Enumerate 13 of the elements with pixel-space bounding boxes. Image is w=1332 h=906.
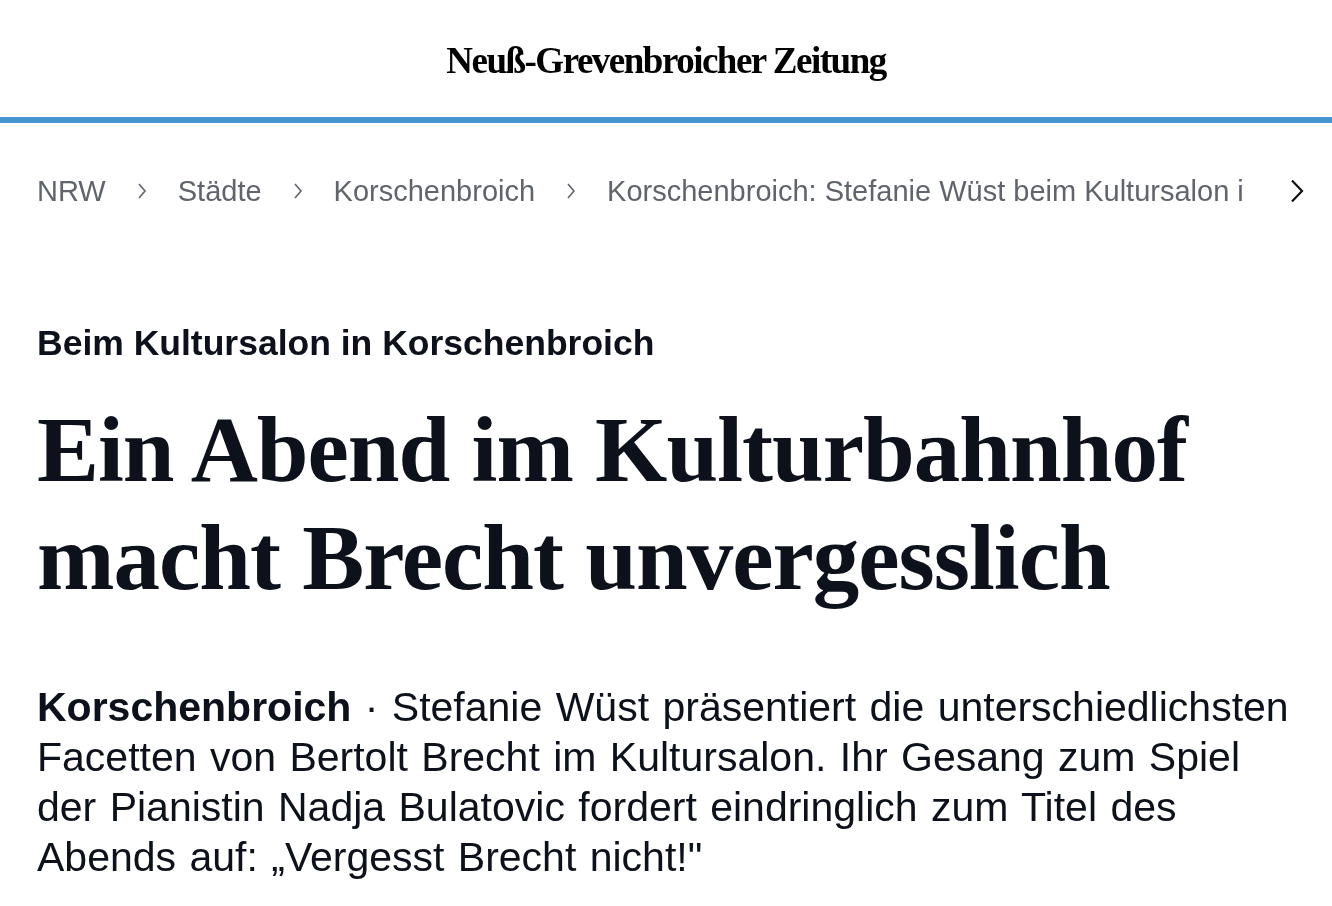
article-kicker: Beim Kultursalon in Korschenbroich bbox=[37, 323, 656, 363]
breadcrumb-link[interactable]: Korschenbroich: Stefanie Wüst beim Kultursalon i bbox=[607, 174, 1244, 208]
newspaper-logo[interactable]: Neuß-Grevenbroicher Zeitung bbox=[446, 39, 886, 82]
scroll-right-button[interactable] bbox=[1290, 179, 1304, 203]
breadcrumb-link[interactable]: Korschenbroich bbox=[333, 174, 536, 208]
breadcrumb-link[interactable]: Städte bbox=[177, 174, 262, 208]
article-headline: Ein Abend im Kulturbahnhof macht Brecht unvergesslich bbox=[37, 397, 1190, 611]
chevron-icon bbox=[292, 183, 303, 199]
chevron-icon bbox=[136, 183, 147, 199]
chevron-icon bbox=[566, 183, 577, 199]
chevron-right-icon bbox=[1290, 179, 1304, 203]
article-lead: Korschenbroich · Stefanie Wüst präsentiert die unterschiedlichsten Facetten von Bertolt Brecht im Kultursalon. Ihr Gesang zum Spiel der Pianistin Nadja Bulatovic fordert eindringlich zum Titel des Abends auf: „Vergesst Brecht nicht!" bbox=[37, 683, 1290, 882]
breadcrumb-link[interactable]: NRW bbox=[37, 174, 106, 208]
